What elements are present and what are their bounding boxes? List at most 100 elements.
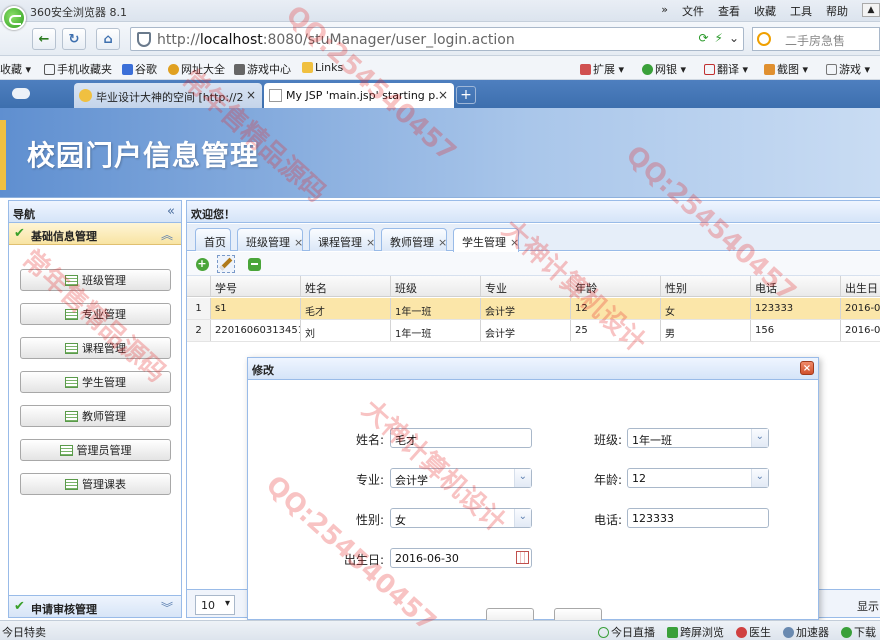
google-icon [122, 64, 133, 75]
cloud-icon[interactable] [12, 88, 30, 99]
new-tab-button[interactable]: + [456, 86, 476, 104]
home-button[interactable]: ⌂ [96, 28, 120, 50]
status-download[interactable]: 下载 [841, 624, 876, 640]
fav-mobile[interactable]: 手机收藏夹 [44, 61, 112, 77]
collapse-left-icon[interactable]: « [167, 204, 175, 219]
name-field[interactable]: 毛才 [390, 428, 532, 448]
status-doctor[interactable]: 医生 [736, 624, 771, 640]
status-deals[interactable]: 今日特卖 [2, 624, 46, 640]
fav-google[interactable]: 谷歌 [122, 61, 157, 77]
toolbar-extensions[interactable]: 扩展 ▾ [580, 61, 624, 77]
menu-help[interactable]: 帮助 [826, 3, 848, 19]
calendar-icon[interactable] [516, 551, 529, 564]
col-header[interactable]: 出生日 [841, 276, 880, 296]
chevron-down-icon[interactable]: ⌄ [519, 511, 527, 522]
col-header[interactable]: 专业 [481, 276, 571, 296]
delete-button[interactable] [245, 255, 263, 273]
col-header[interactable]: 电话 [751, 276, 841, 296]
menu-more[interactable]: » [661, 3, 668, 19]
page-size-select[interactable]: 10 [195, 595, 235, 615]
chevron-down-icon[interactable]: ⌄ [756, 471, 764, 482]
close-icon[interactable]: × [800, 361, 814, 375]
age-select[interactable]: 12 ⌄ [627, 468, 769, 488]
class-select[interactable]: 1年一班 ⌄ [627, 428, 769, 448]
toolbar-screenshot[interactable]: 截图 ▾ [764, 61, 808, 77]
close-icon[interactable]: × [294, 236, 303, 249]
edit-button[interactable] [217, 255, 235, 273]
close-tab-icon[interactable]: × [438, 88, 448, 102]
pager-info: 显示 [857, 600, 879, 613]
table-row[interactable]: 1 s1 毛才 1年一班 会计学 12 女 123333 2016-0( [187, 298, 880, 320]
fav-collection[interactable]: 收藏 ▾ [0, 61, 31, 77]
status-crossscreen[interactable]: 跨屏浏览 [667, 624, 724, 640]
chevron-up-icon[interactable]: ︽ [161, 226, 173, 243]
tab-student[interactable]: 学生管理 × [453, 228, 519, 252]
nav-major-button[interactable]: 专业管理 [20, 303, 171, 325]
tab-course[interactable]: 课程管理 × [309, 228, 375, 251]
pin-icon[interactable]: ▲ [862, 3, 880, 17]
gender-select[interactable]: 女 ⌄ [390, 508, 532, 528]
table-row[interactable]: 2 220160603134510 刘 1年一班 会计学 25 男 156 20… [187, 320, 880, 342]
play-icon [598, 627, 609, 638]
menu-tools[interactable]: 工具 [790, 3, 812, 19]
tab-class[interactable]: 班级管理 × [237, 228, 303, 251]
birth-date-field[interactable]: 2016-06-30 [390, 548, 532, 568]
speed-icon[interactable]: ⚡ [715, 31, 723, 45]
browser-tab-main[interactable]: My JSP 'main.jsp' starting p. × [264, 83, 454, 108]
accordion-basic-info[interactable]: ✔ 基础信息管理 ︽ [9, 223, 181, 245]
menu-favorites[interactable]: 收藏 [754, 3, 776, 19]
tab-teacher[interactable]: 教师管理 × [381, 228, 447, 251]
close-icon[interactable]: × [438, 236, 447, 249]
browser-tab-space[interactable]: 毕业设计大神的空间 [http://2 × [74, 83, 262, 108]
extension-icon [580, 64, 591, 75]
menu-view[interactable]: 查看 [718, 3, 740, 19]
toolbar-translate[interactable]: 翻译 ▾ [704, 61, 748, 77]
nav-teacher-button[interactable]: 教师管理 [20, 405, 171, 427]
accordion-review[interactable]: ✔ 申请审核管理 ︾ [9, 595, 181, 617]
add-button[interactable]: + [193, 255, 211, 273]
status-label: 跨屏浏览 [680, 626, 724, 639]
browser-logo-icon[interactable] [2, 6, 26, 30]
grid-icon [59, 444, 73, 456]
cell-phone: 123333 [751, 298, 841, 319]
chevron-down-icon[interactable]: ⌄ [519, 471, 527, 482]
url-input[interactable]: http://localhost:8080/stuManager/user_lo… [130, 27, 744, 51]
nav-admin-button[interactable]: 管理员管理 [20, 439, 171, 461]
pencil-icon [219, 257, 233, 271]
col-header[interactable]: 学号 [211, 276, 301, 296]
reload-icon[interactable]: ⟳ [698, 31, 708, 45]
close-icon[interactable]: × [366, 236, 375, 249]
url-text: http://localhost:8080/stuManager/user_lo… [157, 32, 515, 48]
menu-file[interactable]: 文件 [682, 3, 704, 19]
chevron-down-icon[interactable]: ︾ [161, 599, 173, 616]
nav-student-button[interactable]: 学生管理 [20, 371, 171, 393]
close-icon[interactable]: × [510, 236, 519, 249]
status-live[interactable]: 今日直播 [598, 624, 655, 640]
phone-field[interactable]: 123333 [627, 508, 769, 528]
back-button[interactable]: ← [32, 28, 56, 50]
close-tab-icon[interactable]: × [246, 88, 256, 102]
nav-course-button[interactable]: 课程管理 [20, 337, 171, 359]
search-input[interactable]: 二手房急售 [752, 27, 880, 51]
major-label: 专业: [355, 473, 384, 487]
status-accelerator[interactable]: 加速器 [783, 624, 829, 640]
nav-label: 班级管理 [82, 274, 126, 287]
fav-games[interactable]: 游戏中心 [234, 61, 291, 77]
nav-timetable-button[interactable]: 管理课表 [20, 473, 171, 495]
chevron-down-icon[interactable]: ⌄ [729, 31, 739, 45]
tab-home[interactable]: 首页 [195, 228, 231, 251]
toolbar-bank[interactable]: 网银 ▾ [642, 61, 686, 77]
col-header[interactable]: 年龄 [571, 276, 661, 296]
tool-label: 扩展 [593, 63, 615, 76]
chevron-down-icon[interactable]: ⌄ [756, 431, 764, 442]
security-shield-icon[interactable] [137, 32, 151, 47]
fav-links[interactable]: Links [302, 61, 343, 74]
fav-sites[interactable]: 网址大全 [168, 61, 225, 77]
toolbar-games[interactable]: 游戏 ▾ [826, 61, 870, 77]
refresh-button[interactable]: ↻ [62, 28, 86, 50]
nav-class-button[interactable]: 班级管理 [20, 269, 171, 291]
col-header[interactable]: 班级 [391, 276, 481, 296]
col-header[interactable]: 性别 [661, 276, 751, 296]
major-select[interactable]: 会计学 ⌄ [390, 468, 532, 488]
col-header[interactable]: 姓名 [301, 276, 391, 296]
